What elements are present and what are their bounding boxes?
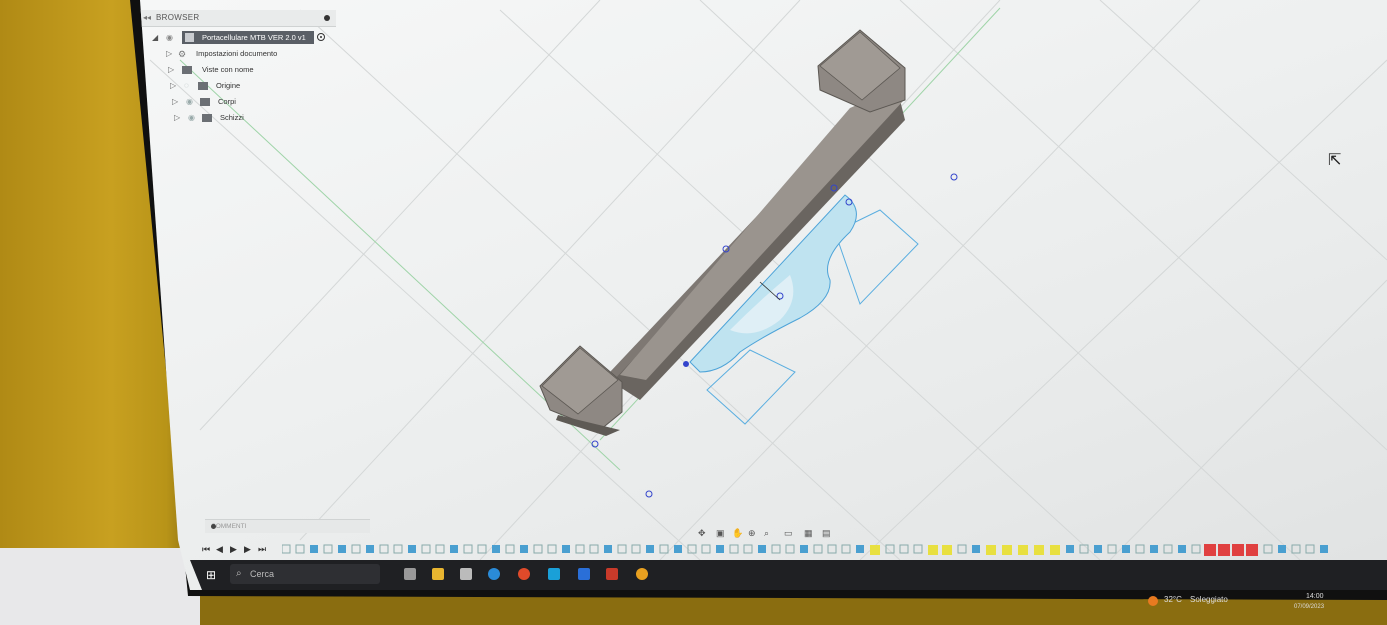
gear-icon: ⚙ — [178, 49, 187, 59]
tree-item-label: Viste con nome — [202, 65, 254, 74]
browser-title: BROWSER — [156, 13, 200, 22]
step-back-icon[interactable]: ◀ — [216, 544, 223, 555]
fit-icon[interactable]: ⌕ — [764, 528, 769, 539]
search-placeholder: Cerca — [250, 569, 275, 579]
browser-header[interactable]: ◂◂ BROWSER — [140, 10, 336, 27]
expand-arrow-icon[interactable]: ◢ — [152, 33, 158, 42]
expand-triangle-icon[interactable]: ▷ — [166, 47, 172, 61]
desk-surface — [0, 548, 200, 625]
folder-icon — [182, 66, 192, 74]
start-icon[interactable]: ⊞ — [206, 568, 216, 582]
play-icon[interactable]: ▶ — [230, 544, 237, 555]
zoom-icon[interactable]: ⊕ — [748, 528, 756, 539]
mouse-pointer-icon: ⇱ — [1328, 152, 1342, 169]
search-icon: ⌕ — [236, 568, 242, 579]
browser-panel: ◂◂ BROWSER ◢ ◉ Portacellulare MTB VER 2.… — [140, 10, 336, 128]
folder-icon — [200, 98, 210, 106]
comments-label: COMMENTI — [211, 523, 247, 530]
viewports-icon[interactable]: ▤ — [822, 528, 831, 539]
pin-icon[interactable] — [324, 15, 330, 21]
task-view-icon[interactable] — [404, 568, 416, 580]
windows-taskbar: ⊞ ⌕ Cerca — [190, 560, 1387, 590]
tree-item-label: Corpi — [218, 97, 236, 106]
activate-radio-icon[interactable] — [317, 33, 325, 41]
go-to-start-icon[interactable]: ⏮ — [202, 544, 210, 555]
eye-icon[interactable]: ◌ — [184, 79, 189, 93]
component-icon — [185, 33, 194, 42]
file-explorer-icon[interactable] — [432, 568, 444, 580]
fusion-viewport[interactable]: ◂◂ BROWSER ◢ ◉ Portacellulare MTB VER 2.… — [140, 0, 1387, 590]
timeline-features[interactable] — [282, 542, 1382, 558]
expand-triangle-icon[interactable]: ▷ — [174, 111, 180, 125]
fusion-icon[interactable] — [636, 568, 648, 580]
expand-triangle-icon[interactable]: ▷ — [168, 63, 174, 77]
eye-icon[interactable]: ◉ — [188, 111, 195, 125]
tree-item-label: Schizzi — [220, 113, 244, 122]
pin-icon[interactable] — [211, 524, 216, 529]
chrome-icon[interactable] — [518, 568, 530, 580]
timeline-bar[interactable]: ⏮ ◀ ▶ ▶ ⏭ — [196, 541, 1386, 557]
navigation-toolbar: ✥ ▣ ✋ ⊕ ⌕ ▭ ▦ ▤ — [694, 528, 844, 542]
expand-triangle-icon[interactable]: ▷ — [170, 79, 176, 93]
powerpoint-icon[interactable] — [606, 568, 618, 580]
app-icon[interactable] — [578, 568, 590, 580]
root-component-label[interactable]: Portacellulare MTB VER 2.0 v1 — [182, 31, 314, 44]
search-box[interactable]: ⌕ Cerca — [230, 564, 380, 584]
folder-icon — [202, 114, 212, 122]
eye-icon[interactable]: ◉ — [166, 33, 173, 42]
tree-item-label: Origine — [216, 81, 241, 90]
grid-settings-icon[interactable]: ▦ — [804, 528, 813, 539]
display-settings-icon[interactable]: ▭ — [784, 528, 793, 539]
look-at-icon[interactable]: ▣ — [716, 528, 725, 539]
go-to-end-icon[interactable]: ⏭ — [258, 544, 266, 555]
orbit-icon[interactable]: ✥ — [698, 528, 706, 539]
store-icon[interactable] — [460, 568, 472, 580]
comments-panel[interactable]: COMMENTI — [205, 519, 370, 533]
collapse-icon[interactable]: ◂◂ — [143, 10, 151, 26]
app-icon[interactable] — [548, 568, 560, 580]
expand-triangle-icon[interactable]: ▷ — [172, 95, 178, 109]
tree-item-label: Impostazioni documento — [196, 49, 278, 58]
browser-root-component[interactable]: ◢ ◉ Portacellulare MTB VER 2.0 v1 — [152, 31, 327, 45]
eye-icon[interactable]: ◉ — [186, 95, 193, 109]
folder-icon — [198, 82, 208, 90]
step-forward-icon[interactable]: ▶ — [244, 544, 251, 555]
pan-icon[interactable]: ✋ — [732, 528, 743, 539]
edge-icon[interactable] — [488, 568, 500, 580]
